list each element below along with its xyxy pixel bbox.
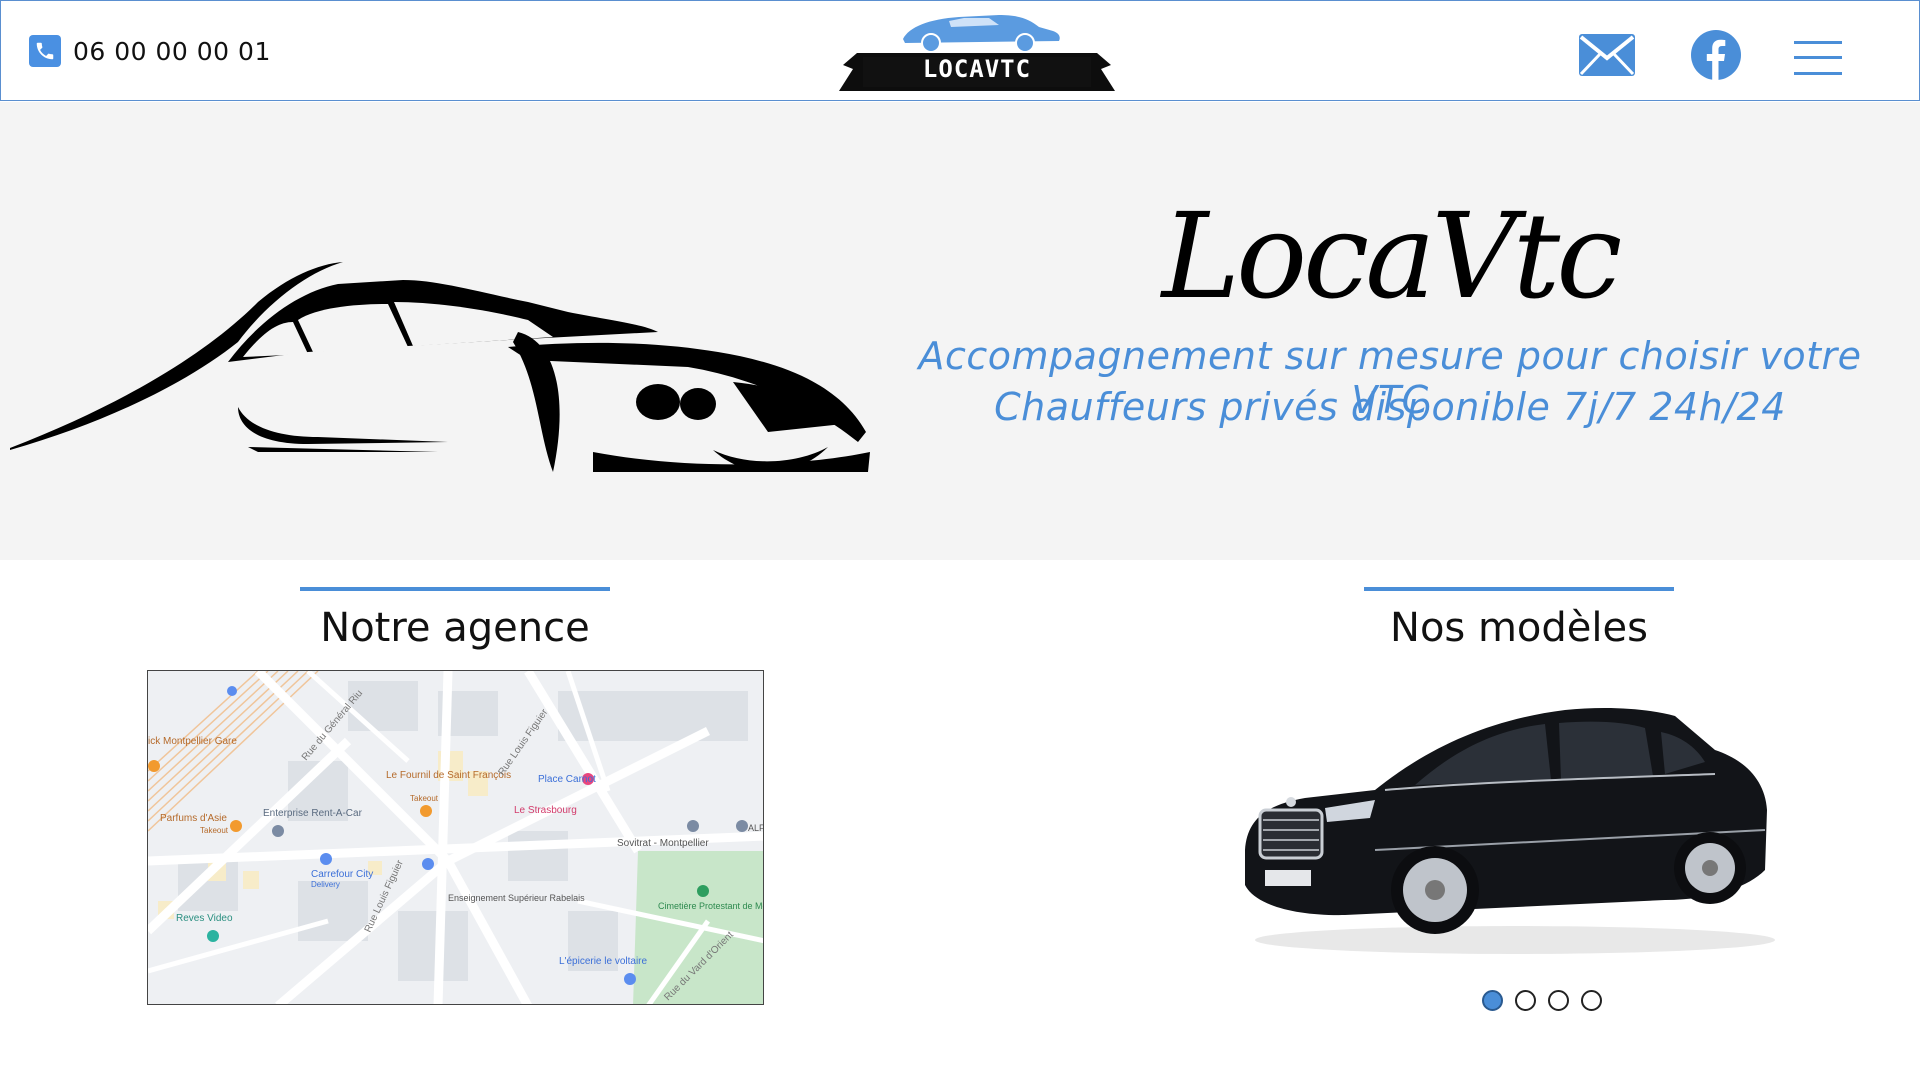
phone-number: 06 00 00 00 01 bbox=[73, 36, 271, 66]
luxury-sedan-image bbox=[1245, 708, 1775, 954]
svg-text:Sovitrat - Montpellier: Sovitrat - Montpellier bbox=[617, 838, 709, 849]
hero-title: LocaVtc bbox=[1161, 187, 1623, 325]
svg-text:Reves Video: Reves Video bbox=[176, 913, 233, 924]
svg-text:Place Carnot: Place Carnot bbox=[538, 774, 596, 785]
carousel-pagination bbox=[1482, 990, 1602, 1011]
svg-text:Le Fournil de Saint François: Le Fournil de Saint François bbox=[386, 770, 511, 781]
svg-text:ALF Inte: ALF Inte bbox=[748, 823, 764, 833]
svg-text:Enseignement Supérieur Rabelai: Enseignement Supérieur Rabelais bbox=[448, 893, 585, 903]
model-carousel-slide[interactable] bbox=[1225, 690, 1785, 960]
hero-subtitle-line2: Chauffeurs privés disponible 7j/7 24h/24 bbox=[994, 385, 1786, 429]
phone-icon bbox=[29, 35, 61, 67]
svg-text:Le Strasbourg: Le Strasbourg bbox=[514, 805, 577, 816]
svg-text:Delivery: Delivery bbox=[311, 880, 340, 889]
car-silhouette-illustration bbox=[10, 262, 870, 472]
svg-text:Takeout: Takeout bbox=[200, 826, 229, 835]
agency-section-title: Notre agence bbox=[320, 605, 590, 651]
site-logo[interactable]: LOCAVTC bbox=[839, 9, 1115, 93]
hamburger-menu-icon[interactable] bbox=[1794, 39, 1842, 77]
svg-text:ick Montpellier Gare: ick Montpellier Gare bbox=[148, 736, 237, 747]
mail-icon[interactable] bbox=[1579, 34, 1635, 76]
carousel-dot-4[interactable] bbox=[1581, 990, 1602, 1011]
svg-text:Takeout: Takeout bbox=[410, 794, 439, 803]
models-title-rule bbox=[1364, 587, 1674, 591]
map-graphic: ick Montpellier Gare Rue du Général Riu … bbox=[148, 671, 764, 1004]
phone-link[interactable]: 06 00 00 00 01 bbox=[29, 35, 271, 67]
svg-text:Carrefour City: Carrefour City bbox=[311, 869, 373, 880]
carousel-dot-3[interactable] bbox=[1548, 990, 1569, 1011]
facebook-icon[interactable] bbox=[1691, 30, 1741, 80]
svg-text:Cimetière Protestant de Montpe: Cimetière Protestant de Montpellier bbox=[658, 901, 764, 911]
svg-text:L'épicerie le voltaire: L'épicerie le voltaire bbox=[559, 956, 648, 967]
carousel-dot-2[interactable] bbox=[1515, 990, 1536, 1011]
agency-map[interactable]: ick Montpellier Gare Rue du Général Riu … bbox=[147, 670, 764, 1005]
carousel-dot-1[interactable] bbox=[1482, 990, 1503, 1011]
models-section-title: Nos modèles bbox=[1390, 605, 1648, 651]
logo-text: LOCAVTC bbox=[922, 55, 1032, 83]
svg-text:Enterprise Rent-A-Car: Enterprise Rent-A-Car bbox=[263, 808, 363, 819]
svg-text:Parfums d'Asie: Parfums d'Asie bbox=[160, 813, 227, 824]
agency-title-rule bbox=[300, 587, 610, 591]
hero-banner: LocaVtc Accompagnement sur mesure pour c… bbox=[0, 102, 1920, 560]
site-header: 06 00 00 00 01 LOCAVTC bbox=[0, 0, 1920, 101]
